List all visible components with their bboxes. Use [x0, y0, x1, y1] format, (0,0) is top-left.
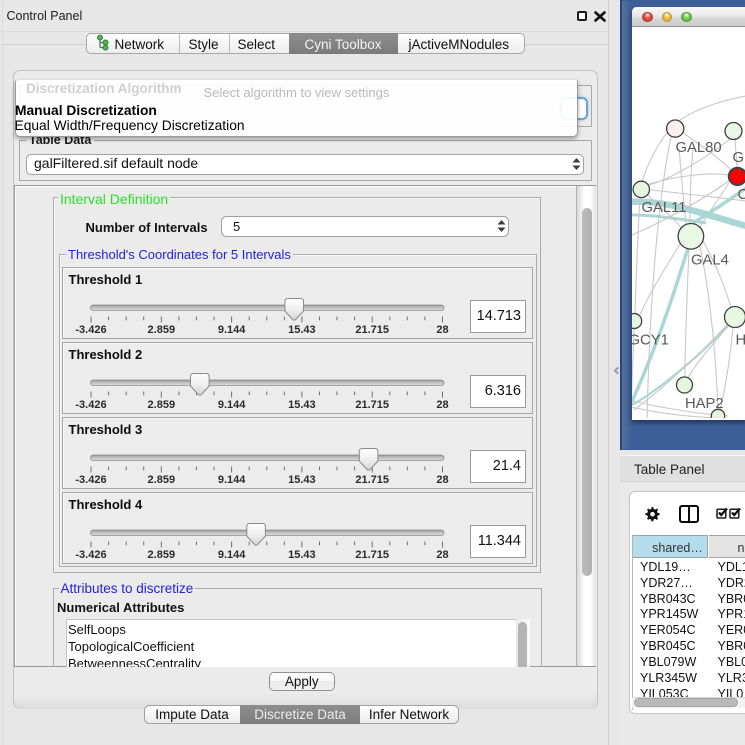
svg-text:GAL4: GAL4 [691, 253, 729, 269]
svg-text:G.: G. [733, 150, 745, 166]
svg-text:H: H [736, 333, 745, 349]
svg-text:GAL80: GAL80 [676, 140, 722, 156]
svg-text:C: C [738, 187, 745, 203]
svg-text:HAP2: HAP2 [685, 396, 724, 412]
svg-text:GCY1: GCY1 [632, 333, 669, 349]
svg-text:GAL11: GAL11 [642, 200, 687, 216]
